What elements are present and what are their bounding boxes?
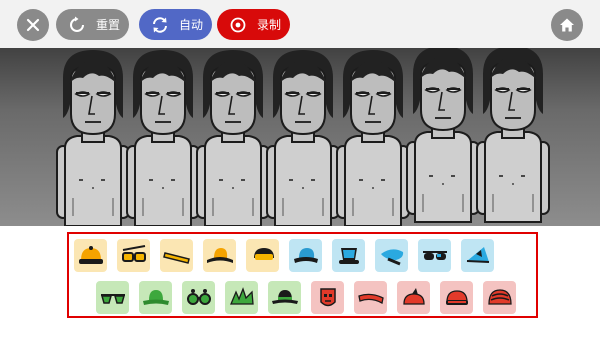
- close-button[interactable]: [17, 9, 49, 41]
- yellow-fedora-icon: [206, 247, 233, 263]
- blue-top-hat-icon: [338, 247, 359, 264]
- home-button[interactable]: [551, 9, 583, 41]
- red-hair-icon: [487, 288, 512, 305]
- reset-button[interactable]: 重置: [56, 9, 129, 40]
- sound-tile-effect-1[interactable]: [289, 239, 322, 272]
- green-fedora-icon: [271, 289, 298, 304]
- auto-label: 自动: [179, 18, 204, 32]
- close-icon: [26, 18, 40, 32]
- sound-tile-effect-3[interactable]: [375, 239, 408, 272]
- sync-icon: [150, 15, 170, 35]
- sound-tile-voice-5[interactable]: [483, 281, 516, 314]
- performer-5[interactable]: [335, 48, 411, 226]
- blue-pointy-cap-icon: [466, 246, 489, 263]
- red-mask-icon: [319, 287, 336, 306]
- green-sunglasses-icon: [100, 293, 125, 304]
- sound-tile-melody-2[interactable]: [139, 281, 172, 314]
- sound-tile-voice-4[interactable]: [440, 281, 473, 314]
- performer-2[interactable]: [125, 48, 201, 226]
- performer-1[interactable]: [55, 48, 131, 226]
- green-leaf-hair-icon: [229, 286, 254, 305]
- sound-tile-melody-5[interactable]: [268, 281, 301, 314]
- sound-tile-effect-2[interactable]: [332, 239, 365, 272]
- reset-icon: [67, 15, 87, 35]
- green-hat-icon: [142, 289, 169, 305]
- record-label: 录制: [257, 18, 282, 32]
- auto-button[interactable]: 自动: [139, 9, 212, 40]
- record-icon: [228, 15, 248, 35]
- sound-tile-voice-3[interactable]: [397, 281, 430, 314]
- performer-3[interactable]: [195, 48, 271, 226]
- red-beanie-icon: [445, 289, 468, 305]
- yellow-sunglasses-icon: [121, 244, 146, 262]
- record-button[interactable]: 录制: [217, 9, 290, 40]
- yellow-cap-icon: [78, 245, 103, 264]
- sound-tile-effect-5[interactable]: [461, 239, 494, 272]
- sound-tile-effect-4[interactable]: [418, 239, 451, 272]
- blue-bowler-hat-icon: [293, 247, 318, 263]
- sound-tile-voice-1[interactable]: [311, 281, 344, 314]
- sound-tile-beat-4[interactable]: [203, 239, 236, 272]
- blue-beret-icon: [380, 248, 403, 265]
- sound-tile-voice-2[interactable]: [354, 281, 387, 314]
- performer-6[interactable]: [405, 48, 481, 226]
- sound-tile-melody-1[interactable]: [96, 281, 129, 314]
- sound-tile-beat-2[interactable]: [117, 239, 150, 272]
- red-headband-icon: [357, 293, 384, 304]
- performer-7[interactable]: [475, 48, 551, 226]
- performer-4[interactable]: [265, 48, 341, 226]
- sound-palette: [67, 232, 538, 318]
- sound-tile-melody-3[interactable]: [182, 281, 215, 314]
- top-toolbar: 重置 自动 录制: [0, 0, 600, 48]
- blue-sunglasses-icon: [422, 250, 447, 260]
- sound-tile-melody-4[interactable]: [225, 281, 258, 314]
- home-icon: [560, 18, 574, 32]
- sound-tile-beat-5[interactable]: [246, 239, 279, 272]
- reset-label: 重置: [96, 18, 121, 32]
- green-round-glasses-icon: [186, 288, 211, 305]
- character-stage: [0, 48, 600, 226]
- sound-tile-beat-1[interactable]: [74, 239, 107, 272]
- yellow-headband-icon: [162, 251, 190, 264]
- red-crest-hat-icon: [402, 287, 425, 305]
- sound-tile-beat-3[interactable]: [160, 239, 193, 272]
- yellow-visor-icon: [253, 247, 274, 260]
